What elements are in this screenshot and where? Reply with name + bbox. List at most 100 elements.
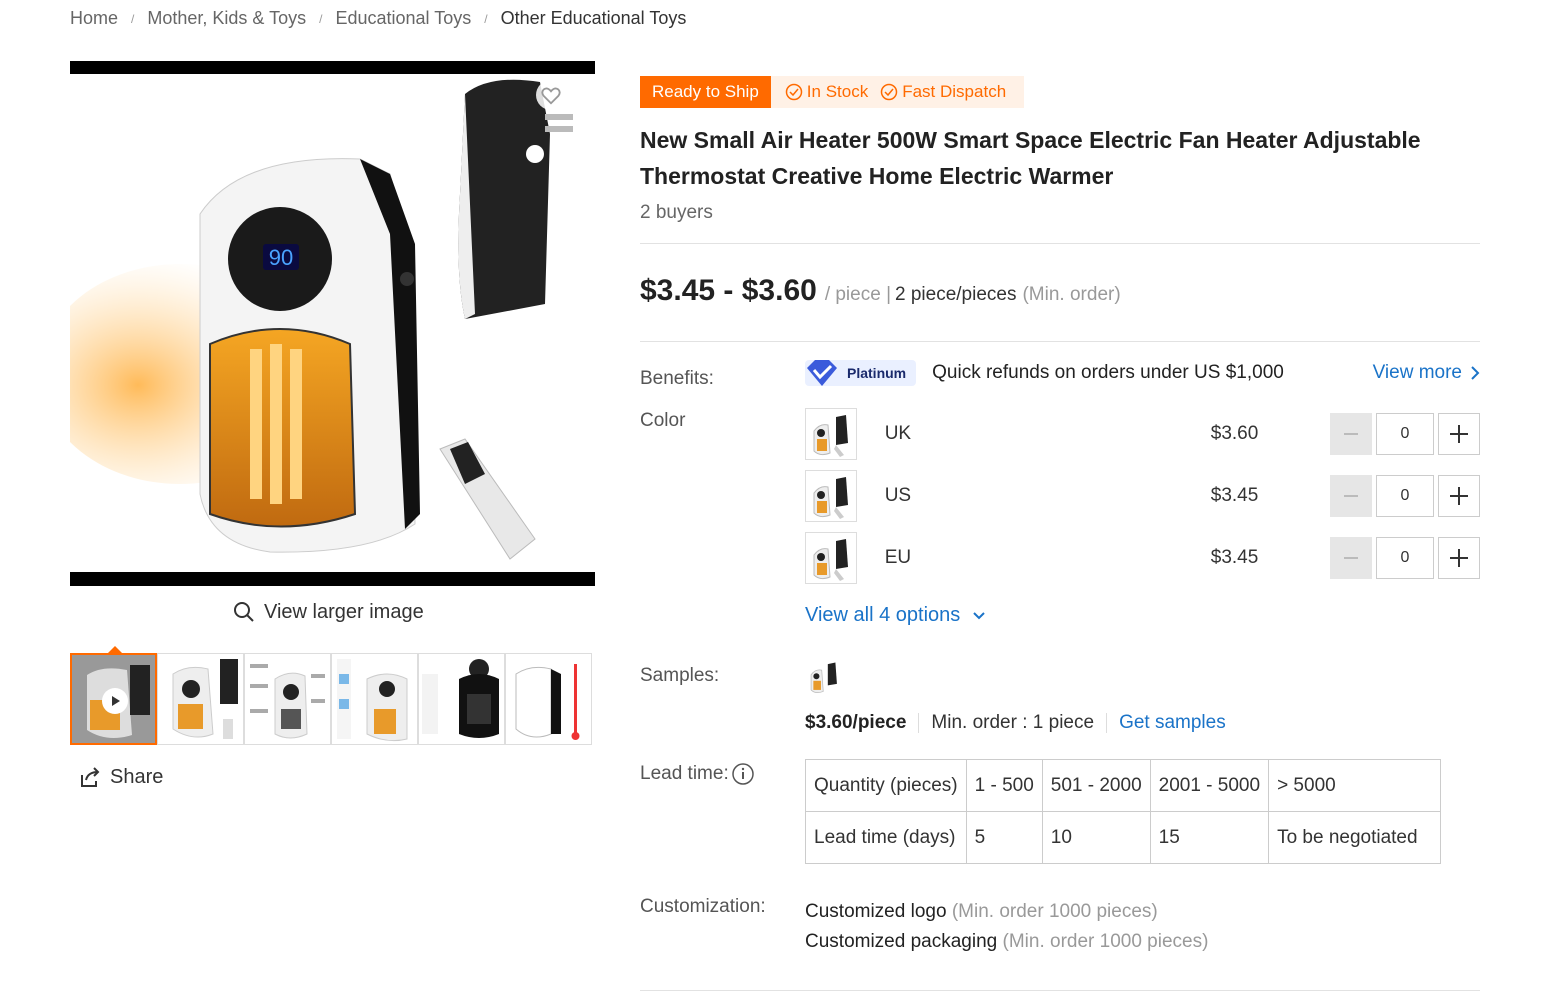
increment-button[interactable] [1438,413,1480,455]
price-range: $3.45 - $3.60 [640,274,817,307]
table-cell: Quantity (pieces) [805,759,967,812]
product-tags: Ready to Ship In Stock Fast Dispatch [640,76,1025,108]
customization-item: Customized packaging (Min. order 1000 pi… [805,927,1208,957]
product-title: New Small Air Heater 500W Smart Space El… [640,122,1460,194]
sample-price: $3.60/piece [805,712,907,733]
view-more-label: View more [1372,362,1462,383]
chevron-down-icon [973,611,986,619]
thumbnail-image[interactable] [244,653,331,745]
breadcrumb-separator: / [131,11,135,26]
lead-time-label-text: Lead time: [640,763,729,785]
customization-note: (Min. order 1000 pieces) [1002,931,1209,952]
lead-time-table: Quantity (pieces) 1 - 500 501 - 2000 200… [805,759,1442,864]
thumbnail-image[interactable] [157,653,244,745]
thumbnail-strip [70,653,592,745]
benefit-text: Quick refunds on orders under US $1,000 [932,362,1284,383]
info-icon[interactable] [731,762,755,786]
customization-name: Customized packaging [805,931,998,952]
color-thumbnail[interactable] [805,532,857,584]
quantity-input[interactable] [1376,413,1434,455]
share-label: Share [110,765,164,788]
platinum-badge: Platinum [805,360,917,386]
color-price: $3.45 [1210,547,1259,568]
thumbnail-image[interactable] [418,653,505,745]
minus-icon [1344,557,1358,559]
quantity-stepper [1330,475,1480,517]
quantity-input[interactable] [1376,475,1434,517]
buyers-count: 2 buyers [640,202,713,223]
decrement-button[interactable] [1330,413,1372,455]
in-stock-badge: In Stock [785,82,868,102]
breadcrumb-home[interactable]: Home [70,8,118,29]
divider [918,713,920,733]
divider [640,243,1480,244]
share-button[interactable]: Share [78,765,163,789]
color-price: $3.45 [1210,485,1259,506]
image-letterbox-bottom [70,572,595,586]
search-icon [234,602,254,622]
platinum-label: Platinum [847,365,907,381]
view-all-options-link[interactable]: View all 4 options [805,604,986,627]
play-icon [102,688,128,714]
thumbnail-video[interactable] [70,653,157,745]
customization-name: Customized logo [805,901,947,922]
min-order: 2 piece/pieces [895,284,1017,305]
customization-label: Customization: [640,896,766,917]
breadcrumb-separator: / [484,11,488,26]
check-circle-icon [785,83,803,101]
color-name: UK [884,423,912,444]
sample-info: $3.60/piece Min. order : 1 piece Get sam… [805,712,1226,734]
heart-icon[interactable] [536,80,566,110]
thumbnail-image[interactable] [505,653,592,745]
increment-button[interactable] [1438,475,1480,517]
view-all-label: View all 4 options [805,604,961,626]
table-cell: 10 [1041,811,1151,864]
color-name: EU [884,547,912,568]
color-thumbnail[interactable] [805,408,857,460]
decrement-button[interactable] [1330,475,1372,517]
breadcrumb-separator: / [319,11,323,26]
heater-display-text: 90 [269,245,293,270]
quantity-input[interactable] [1376,537,1434,579]
plus-icon [1450,425,1468,443]
divider [640,341,1480,342]
thumbnail-image[interactable] [331,653,418,745]
table-cell: 501 - 2000 [1041,759,1151,812]
breadcrumb-mother-kids-toys[interactable]: Mother, Kids & Toys [147,8,306,29]
decrement-button[interactable] [1330,537,1372,579]
color-price: $3.60 [1210,423,1259,444]
color-name: US [884,485,912,506]
customization-list: Customized logo (Min. order 1000 pieces)… [805,897,1208,957]
ready-to-ship-badge: Ready to Ship [640,76,771,108]
diamond-icon [807,360,837,386]
get-samples-link[interactable]: Get samples [1119,712,1226,734]
view-larger-image[interactable]: View larger image [232,600,424,624]
fast-dispatch-label: Fast Dispatch [902,82,1007,101]
check-circle-icon [880,83,898,101]
increment-button[interactable] [1438,537,1480,579]
plus-icon [1450,549,1468,567]
in-stock-label: In Stock [806,82,869,101]
benefits-row: Platinum Quick refunds on orders under U… [805,360,1480,386]
quantity-stepper [1330,537,1480,579]
color-option-uk: UK $3.60 [805,408,1480,460]
lead-time-label: Lead time: [640,762,755,786]
divider [640,990,1480,991]
product-title-line1: New Small Air Heater 500W Smart Space El… [640,127,1421,153]
main-product-image[interactable]: 90 [70,61,595,586]
color-label: Color [640,410,686,431]
image-letterbox-top [70,61,595,74]
table-row: Quantity (pieces) 1 - 500 501 - 2000 200… [805,759,1442,812]
sample-min-order: Min. order : 1 piece [931,712,1095,733]
share-icon [81,767,100,787]
customization-item: Customized logo (Min. order 1000 pieces) [805,897,1208,927]
breadcrumb-educational-toys[interactable]: Educational Toys [335,8,471,29]
view-more-link[interactable]: View more [1373,362,1480,384]
color-thumbnail[interactable] [805,470,857,522]
table-row: Lead time (days) 5 10 15 To be negotiate… [805,811,1442,864]
table-cell: 2001 - 5000 [1149,759,1270,812]
sample-thumbnail[interactable] [805,658,843,696]
table-cell: To be negotiated [1268,811,1442,864]
table-cell: 15 [1149,811,1270,864]
breadcrumb-other-educational-toys[interactable]: Other Educational Toys [501,8,687,29]
